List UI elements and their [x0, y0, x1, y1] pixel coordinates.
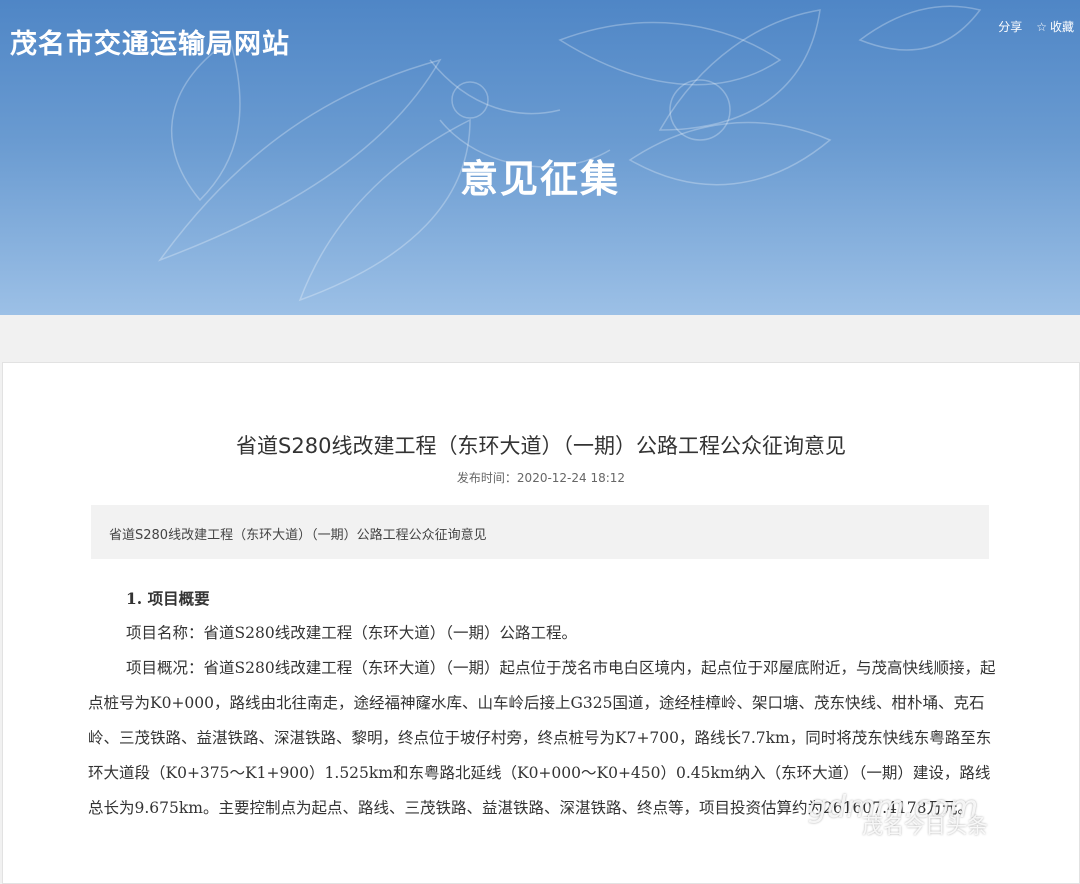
header-banner: 茂名市交通运输局网站 分享 ☆ 收藏 意见征集: [0, 0, 1080, 315]
favorite-button[interactable]: ☆ 收藏: [1036, 18, 1074, 35]
favorite-label: 收藏: [1049, 20, 1074, 34]
publish-time: 发布时间：2020-12-24 18:12: [456, 471, 626, 485]
watermark: gdmm.com 茂名今日头条: [808, 790, 988, 838]
share-button[interactable]: 分享: [998, 18, 1022, 35]
article-title: 省道S280线改建工程（东环大道）（一期）公路工程公众征询意见: [236, 434, 846, 458]
share-label: 分享: [998, 20, 1023, 34]
star-icon: ☆: [1036, 19, 1047, 34]
paragraph-project-name: 项目名称：省道S280线改建工程（东环大道）（一期）公路工程。: [126, 624, 577, 642]
watermark-sub: 茂名今日头条: [862, 814, 988, 838]
summary-text: 省道S280线改建工程（东环大道）（一期）公路工程公众征询意见: [109, 528, 487, 543]
section-title: 意见征集: [459, 157, 620, 201]
site-title[interactable]: 茂名市交通运输局网站: [10, 22, 290, 61]
section-heading: 1. 项目概要: [126, 589, 210, 608]
article-summary: 省道S280线改建工程（东环大道）（一期）公路工程公众征询意见: [91, 505, 989, 559]
top-actions: 分享 ☆ 收藏: [998, 18, 1074, 35]
